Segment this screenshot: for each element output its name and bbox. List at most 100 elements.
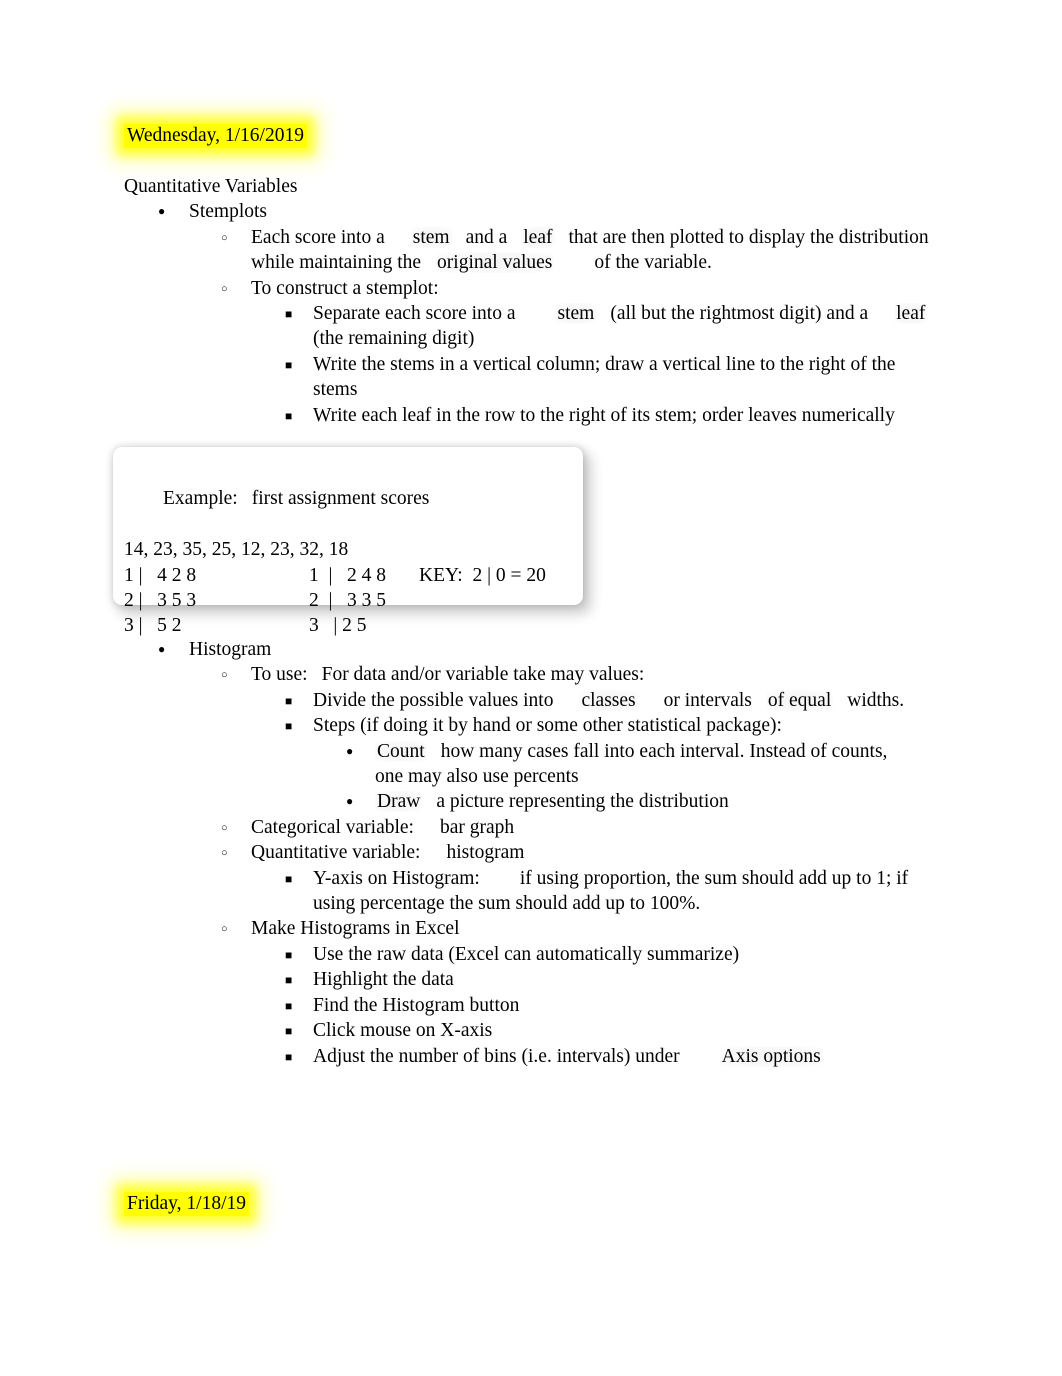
list-item-excel-step: Highlight the data [0,967,1062,992]
list-item-yaxis: Y-axis on Histogram: if using proportion,… [0,866,1062,891]
steps-label: Steps (if doing it by hand or some other… [313,715,782,737]
stemplot-definition-line2: while maintaining the original values of t… [0,250,1062,275]
stemplot-ordered-row-3: 3 | 2 5 [309,615,367,637]
definition-part2: and a [465,226,508,248]
draw-term: Draw [375,791,423,813]
stemplot-row-1: 1 | 4 2 8 1 | 2 4 8 KEY: 2 | 0 = 20 [124,563,583,588]
bullet-disc-icon [346,739,353,764]
construct-label: To construct a stemplot: [251,277,439,299]
step1-leaf-term: leaf [894,303,928,325]
list-item-steps: Steps (if doing it by hand or some other… [0,713,1062,738]
quantitative-label: Quantitative variable: [251,842,421,864]
bullet-square-icon [285,352,292,378]
bullet-square-icon [285,967,292,993]
list-item-histogram: Histogram [0,637,1062,662]
bullet-circle-icon [221,815,228,841]
bullet-square-icon [285,942,292,968]
example-callout-box: Example: first assignment scores 14, 23, … [113,447,583,636]
divide-pre: Divide the possible values into [313,689,554,711]
bullet-disc-icon [158,199,165,224]
stemplot-ordered-row-2: 2 | 3 3 5 [309,590,387,612]
histogram-outline: Histogram To use: For data and/or variabl… [0,637,1062,1069]
step1-pre: Separate each score into a [313,303,516,325]
divide-post: widths. [847,689,905,711]
list-item-count: Count how many cases fall into each inter… [0,739,1062,764]
divide-mid: or intervals [663,689,752,711]
to-use-label: To use: [251,664,308,686]
excel-step-text: Click mouse on X-axis [313,1020,493,1042]
excel-bins-pre: Adjust the number of bins (i.e. interval… [313,1045,680,1067]
list-item-categorical: Categorical variable: bar graph [0,815,1062,840]
example-data-values: 14, 23, 35, 25, 12, 23, 32, 18 [124,539,349,561]
step1-stem-term: stem [555,303,597,325]
list-item-step-write-stems: Write the stems in a vertical column; dr… [0,352,1062,377]
list-item-divide-values: Divide the possible values into classes or… [0,688,1062,713]
stemplot-row-2: 2 | 3 5 3 2 | 3 3 5 [124,588,583,613]
to-use-text: For data and/or variable take may values… [321,664,645,686]
list-item-quantitative: Quantitative variable: histogram [0,840,1062,865]
list-item-draw: Draw a picture representing the distribut… [0,789,1062,814]
definition-part1: Each score into a [251,226,385,248]
yaxis-line1: if using proportion, the sum should add … [519,867,909,889]
stemplot-unordered-row-1: 1 | 4 2 8 [124,564,197,586]
divide-classes-term: classes [579,689,638,711]
date-heading-top: Wednesday, 1/16/2019 [124,123,307,149]
excel-step-text: Find the Histogram button [313,994,520,1016]
stemplot-unordered-row-3: 3 | 5 2 [124,615,182,637]
bullet-square-icon [285,301,292,327]
date-heading-top-text: Wednesday, 1/16/2019 [124,124,307,148]
bullet-square-icon [285,403,292,429]
list-item-construct-stemplot: To construct a stemplot: [0,276,1062,301]
list-item-excel-step: Find the Histogram button [0,993,1062,1018]
categorical-label: Categorical variable: [251,816,414,838]
excel-title: Make Histograms in Excel [251,918,460,940]
example-content: Example: first assignment scores 14, 23, … [113,447,583,639]
example-header: Example: first assignment scores [124,461,583,537]
bullet-circle-icon [221,916,228,942]
definition-leaf-term: leaf [521,226,555,248]
date-heading-bottom: Friday, 1/18/19 [124,1191,249,1217]
list-item-stemplot-definition: Each score into a stem and a leaf that are t… [0,225,1062,250]
categorical-value: bar graph [439,816,515,838]
bullet-circle-icon [221,840,228,866]
definition-line2-post: of the variable. [594,252,712,274]
step-write-stems-line2: stems [313,379,358,401]
date-heading-bottom-text: Friday, 1/18/19 [124,1192,249,1216]
step2-line1: Write the stems in a vertical column; dr… [313,353,896,375]
step1-mid: (all but the rightmost digit) and a [610,303,869,325]
definition-stem-term: stem [410,226,452,248]
stemplot-ordered-row-1: 1 | 2 4 8 [309,564,387,586]
example-label: Example: [163,488,238,510]
list-item-excel-step-bins: Adjust the number of bins (i.e. interval… [0,1044,1062,1069]
yaxis-label: Y-axis on Histogram: [313,867,480,889]
document-page: Wednesday, 1/16/2019 Quantitative Variab… [0,0,1062,1376]
page-title: Quantitative Variables [124,176,298,197]
definition-original-values-term: original values [435,252,555,274]
bullet-square-icon [285,1018,292,1044]
yaxis-line2: using percentage the sum should add up t… [313,893,701,915]
count-term: Count [375,740,427,762]
list-item-stemplots: Stemplots [0,199,1062,224]
list-item-step-separate: Separate each score into a stem (all but t… [0,301,1062,326]
count-text: how many cases fall into each interval. … [440,740,888,762]
list-item-excel: Make Histograms in Excel [0,916,1062,941]
step3-text: Write each leaf in the row to the right … [313,404,895,426]
stemplot-key: KEY: 2 | 0 = 20 [419,564,546,586]
list-item-excel-step: Use the raw data (Excel can automaticall… [0,942,1062,967]
bullet-circle-icon [221,276,228,302]
definition-line2-pre: while maintaining the [251,252,422,274]
stemplots-title: Stemplots [189,201,268,223]
excel-step-text: Use the raw data (Excel can automaticall… [313,943,740,965]
bullet-circle-icon [221,662,228,688]
quantitative-value: histogram [446,842,525,864]
bullet-square-icon [285,866,292,892]
notes-outline: Quantitative Variables Stemplots Each sc… [0,174,1062,428]
bullet-square-icon [285,1044,292,1070]
stemplot-unordered-row-2: 2 | 3 5 3 [124,590,197,612]
list-item-excel-step: Click mouse on X-axis [0,1018,1062,1043]
stemplot-row-3: 3 | 5 2 3 | 2 5 [124,613,583,638]
example-caption: first assignment scores [251,488,430,510]
excel-step-text: Highlight the data [313,969,454,991]
histogram-title: Histogram [189,639,272,660]
list-item-to-use: To use: For data and/or variable take may… [0,662,1062,687]
